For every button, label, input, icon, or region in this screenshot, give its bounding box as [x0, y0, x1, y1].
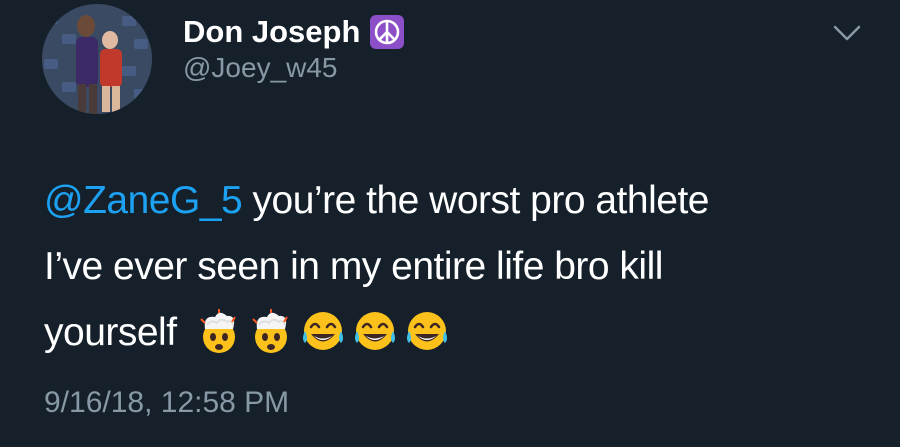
- tweet-body: @ZaneG_5 you’re the worst pro athlete I’…: [44, 168, 874, 366]
- tweet-timestamp[interactable]: 9/16/18, 12:58 PM: [44, 386, 289, 420]
- peace-symbol-icon: [370, 15, 405, 49]
- exploding-head-icon: [252, 309, 288, 353]
- avatar[interactable]: [42, 4, 152, 114]
- display-name-row: Don Joseph: [183, 10, 405, 54]
- emoji-row: [195, 307, 455, 355]
- tweet-line-3: yourself: [44, 300, 874, 366]
- tweet-text-line1: you’re the worst pro athlete: [252, 179, 710, 222]
- tears-of-joy-icon: [354, 312, 395, 350]
- tweet-text-line2: I’ve ever seen in my entire life bro kil…: [44, 245, 663, 288]
- tears-of-joy-icon: [302, 312, 343, 350]
- chevron-down-icon[interactable]: [832, 22, 862, 44]
- tweet-line-1: @ZaneG_5 you’re the worst pro athlete: [44, 168, 874, 234]
- mention-link[interactable]: @ZaneG_5: [44, 179, 243, 222]
- exploding-head-icon: [200, 309, 236, 353]
- display-name[interactable]: Don Joseph: [183, 14, 360, 50]
- tweet-text-line3: yourself: [44, 311, 177, 354]
- tears-of-joy-icon: [406, 312, 447, 350]
- user-handle[interactable]: @Joey_w45: [183, 52, 338, 84]
